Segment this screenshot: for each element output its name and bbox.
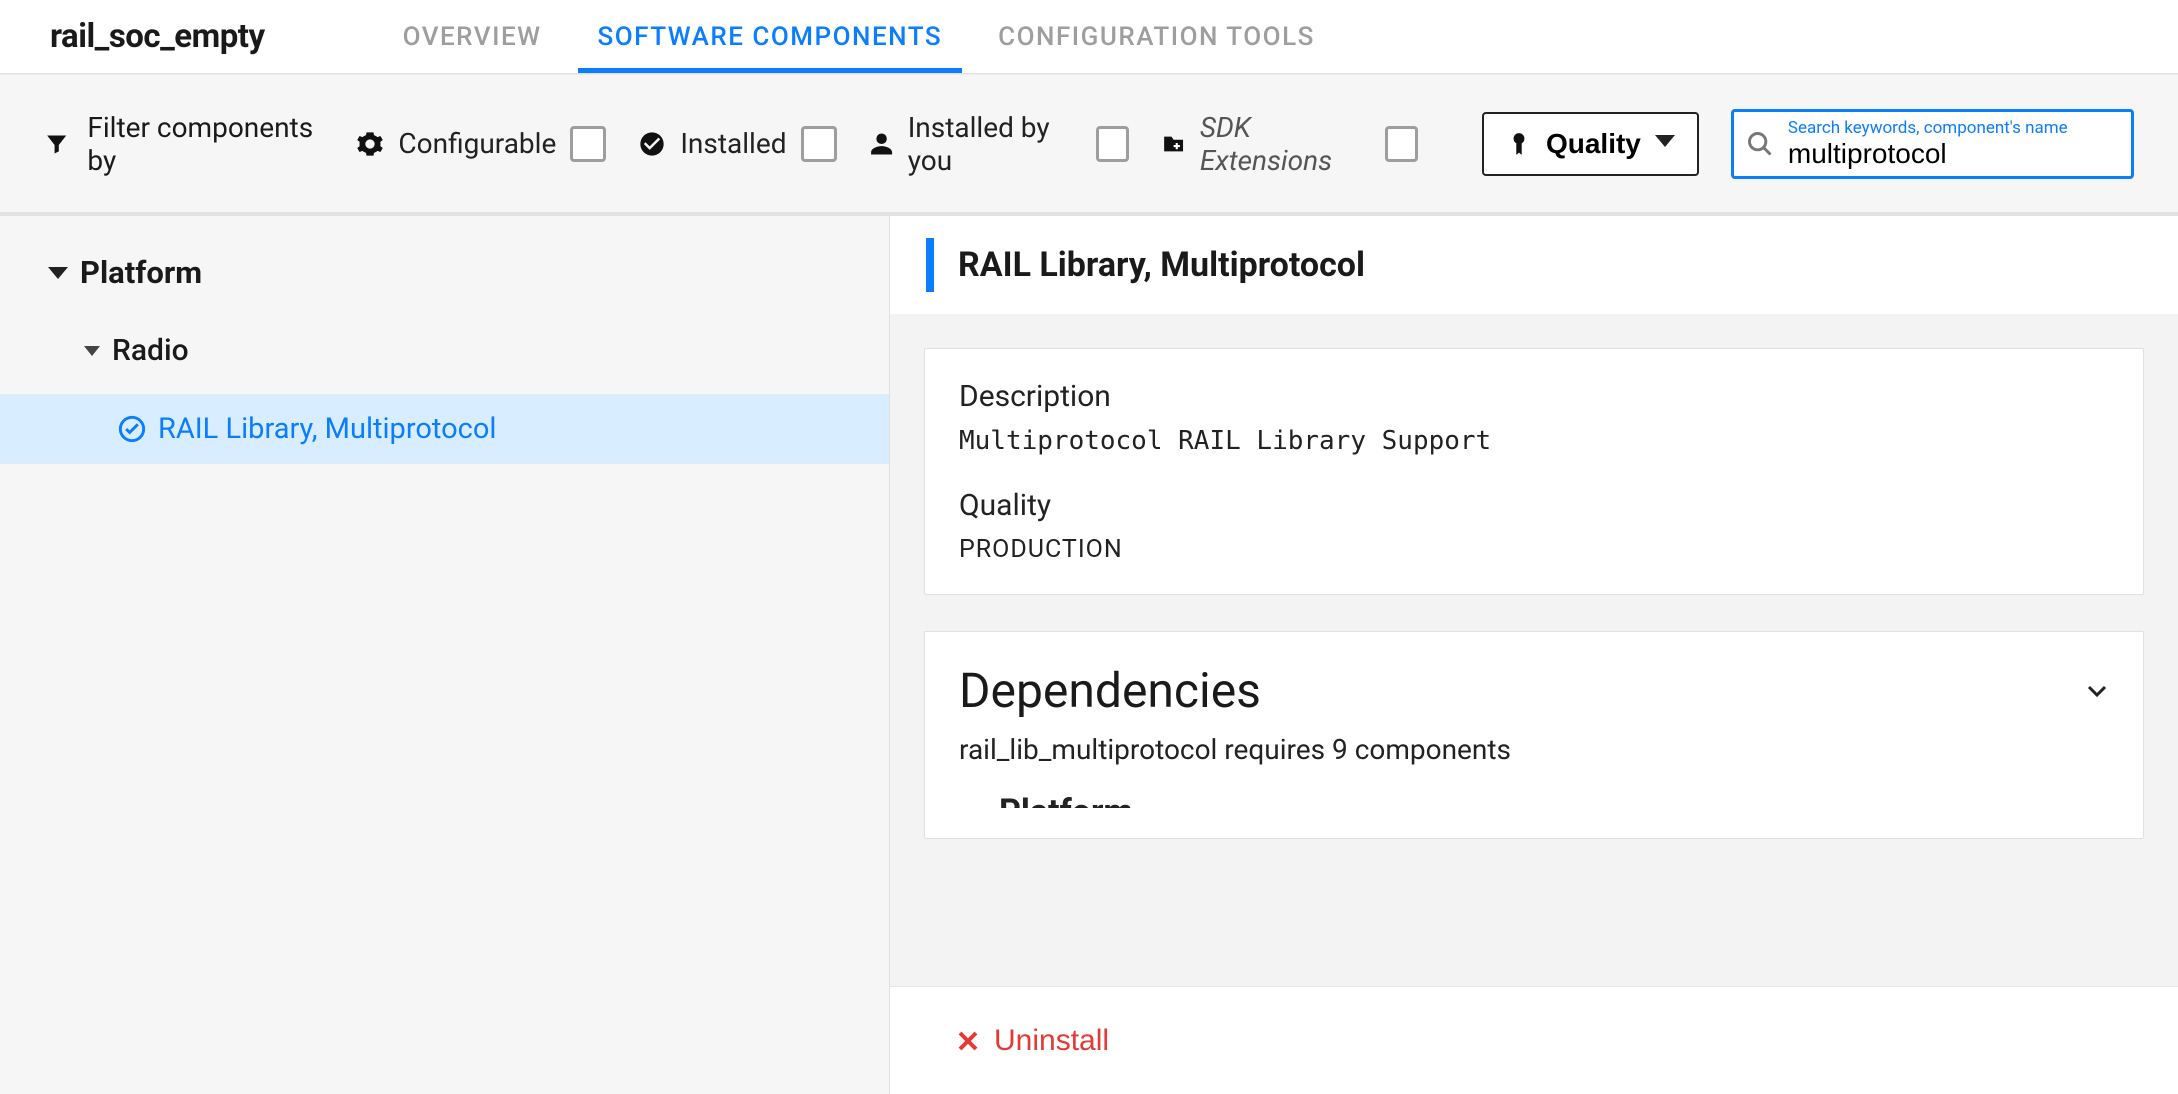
search-box[interactable]: Search keywords, component's name (1731, 109, 2134, 179)
filter-intro: Filter components by (44, 111, 324, 177)
uninstall-label: Uninstall (994, 1024, 1109, 1058)
tree-leaf-rail-library-multiprotocol[interactable]: RAIL Library, Multiprotocol (0, 394, 889, 464)
tab-configuration-tools[interactable]: CONFIGURATION TOOLS (970, 0, 1343, 73)
filter-installed-by-you-label: Installed by you (908, 111, 1082, 177)
filter-configurable-label: Configurable (398, 127, 556, 160)
tree-node-label: Platform (80, 254, 202, 291)
filter-installed: Installed (638, 126, 836, 162)
expand-icon (48, 267, 68, 279)
dependencies-subtitle: rail_lib_multiprotocol requires 9 compon… (959, 733, 2109, 766)
footer: Uninstall (890, 986, 2178, 1094)
tree-node-platform[interactable]: Platform (0, 244, 889, 301)
dependencies-header[interactable]: Dependencies (959, 662, 2109, 719)
detail-scroll[interactable]: Description Multiprotocol RAIL Library S… (890, 314, 2178, 986)
ribbon-icon (1506, 131, 1532, 157)
tabs: OVERVIEW SOFTWARE COMPONENTS CONFIGURATI… (375, 0, 1343, 73)
tree-node-radio[interactable]: Radio (0, 323, 889, 378)
close-icon (956, 1029, 980, 1053)
filter-installed-by-you-checkbox[interactable] (1096, 126, 1129, 162)
tree-leaf-label: RAIL Library, Multiprotocol (158, 412, 496, 446)
body: Platform Radio RAIL Library, Multiprotoc… (0, 216, 2178, 1094)
main: RAIL Library, Multiprotocol Description … (890, 216, 2178, 1094)
tab-software-components[interactable]: SOFTWARE COMPONENTS (570, 0, 971, 73)
quality-dropdown[interactable]: Quality (1482, 112, 1699, 176)
filter-configurable: Configurable (356, 126, 606, 162)
accent-strip (926, 238, 934, 292)
expand-icon (84, 346, 100, 356)
gear-icon (356, 130, 384, 158)
description-card: Description Multiprotocol RAIL Library S… (924, 348, 2144, 595)
chevron-down-icon (1655, 135, 1675, 153)
filter-sdk-extensions-checkbox[interactable] (1385, 126, 1418, 162)
header: rail_soc_empty OVERVIEW SOFTWARE COMPONE… (0, 0, 2178, 74)
filter-installed-by-you: Installed by you (869, 111, 1129, 177)
quality-dropdown-label: Quality (1546, 128, 1641, 160)
filter-label: Filter components by (87, 111, 324, 177)
folder-plus-icon (1161, 130, 1186, 158)
installed-check-icon (118, 415, 146, 443)
filter-configurable-checkbox[interactable] (570, 126, 606, 162)
filter-sdk-extensions: SDK Extensions (1161, 111, 1418, 177)
search-placeholder: Search keywords, component's name (1788, 118, 2117, 138)
filter-icon (44, 130, 69, 158)
quality-value: PRODUCTION (959, 535, 2109, 564)
sidebar: Platform Radio RAIL Library, Multiprotoc… (0, 216, 890, 1094)
tab-overview[interactable]: OVERVIEW (375, 0, 570, 73)
search-icon (1746, 130, 1774, 158)
dependencies-card: Dependencies rail_lib_multiprotocol requ… (924, 631, 2144, 839)
quality-label: Quality (959, 488, 2109, 523)
description-label: Description (959, 379, 2109, 414)
person-icon (869, 131, 894, 157)
tree-node-label: Radio (112, 333, 189, 368)
check-circle-icon (638, 130, 666, 158)
search-input[interactable] (1788, 138, 2117, 170)
dependencies-peek: Platform (959, 792, 2109, 808)
detail-title: RAIL Library, Multiprotocol (958, 245, 1365, 285)
chevron-down-icon (2085, 679, 2109, 703)
project-title: rail_soc_empty (50, 17, 265, 56)
dependencies-title: Dependencies (959, 662, 1261, 719)
detail-header: RAIL Library, Multiprotocol (890, 216, 2178, 314)
filter-installed-label: Installed (680, 127, 786, 160)
filter-installed-checkbox[interactable] (801, 126, 837, 162)
description-body: Multiprotocol RAIL Library Support (959, 426, 2109, 456)
uninstall-button[interactable]: Uninstall (956, 1024, 1109, 1058)
filter-sdk-extensions-label: SDK Extensions (1200, 111, 1371, 177)
filter-bar: Filter components by Configurable Instal… (0, 74, 2178, 216)
